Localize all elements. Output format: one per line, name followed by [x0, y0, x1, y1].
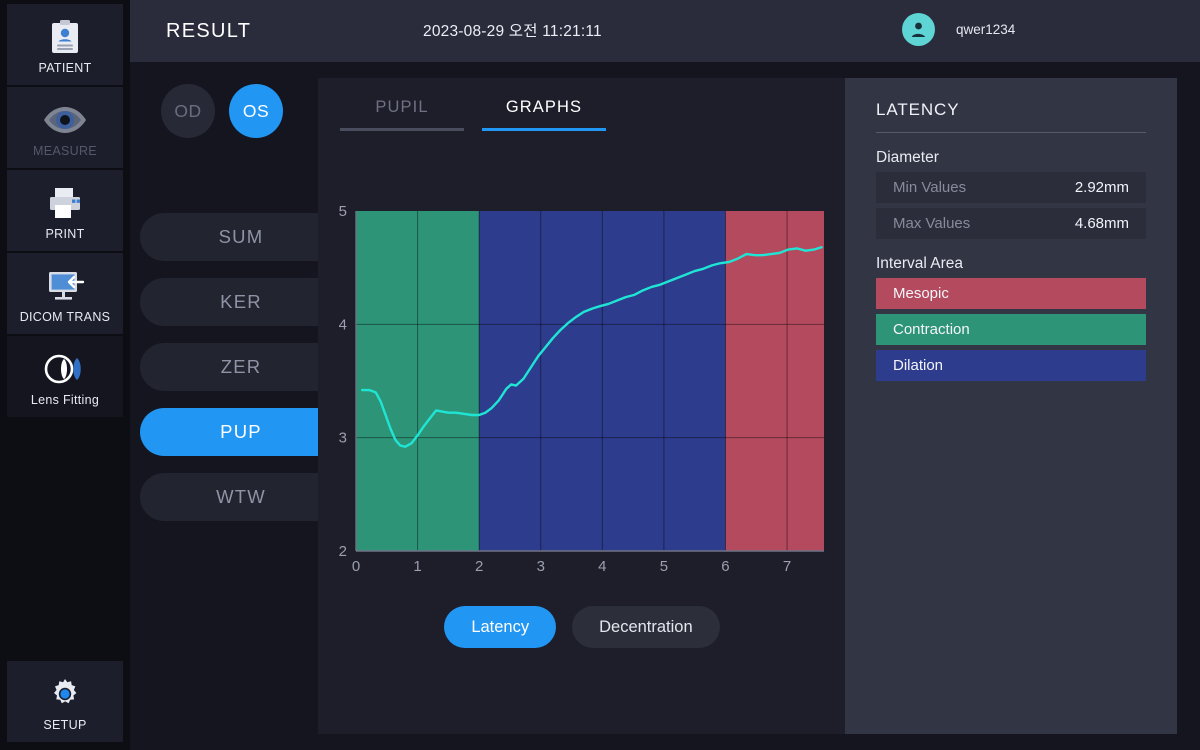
sidebar-item-setup[interactable]: SETUP	[7, 661, 123, 742]
gear-icon	[47, 672, 83, 716]
svg-text:7: 7	[783, 558, 791, 575]
eye-button-os[interactable]: OS	[229, 84, 283, 138]
graph-panel: PUPIL GRAPHS 2 3 4 5 0 1 2 3 4 5 6 7 Latency Decent…	[318, 78, 846, 734]
row-value: 4.68mm	[1074, 215, 1129, 232]
svg-text:4: 4	[339, 316, 347, 333]
latency-info-panel: LATENCY Diameter Min Values 2.92mm Max V…	[845, 78, 1177, 734]
username-label: qwer1234	[956, 22, 1016, 37]
mode-button-ker[interactable]: KER	[140, 278, 342, 326]
sidebar-item-print[interactable]: PRINT	[7, 170, 123, 251]
patient-card-icon	[50, 15, 80, 59]
sidebar-item-label: DICOM TRANS	[19, 309, 111, 324]
tab-label: GRAPHS	[505, 98, 583, 116]
eye-selector: OD OS	[161, 84, 283, 138]
info-divider	[876, 132, 1146, 133]
user-avatar-icon	[902, 13, 935, 46]
legend-label: Dilation	[893, 357, 944, 374]
sidebar-item-dicom-trans[interactable]: DICOM TRANS	[7, 253, 123, 334]
sidebar-item-label: MEASURE	[33, 143, 97, 158]
header-datetime: 2023-08-29 오전 11:21:11	[423, 23, 602, 40]
svg-text:2: 2	[475, 558, 483, 575]
latency-chart-svg: 2 3 4 5 0 1 2 3 4 5 6 7	[339, 205, 824, 575]
monitor-import-icon	[45, 264, 85, 308]
sidebar-item-label: PRINT	[45, 226, 85, 241]
mode-button-sum[interactable]: SUM	[140, 213, 342, 261]
tab-underline	[340, 128, 464, 131]
svg-text:3: 3	[339, 430, 347, 447]
diameter-label: Diameter	[876, 149, 939, 166]
tab-label: PUPIL	[375, 98, 429, 116]
rail-spacer	[7, 419, 123, 661]
sidebar-item-lens-fitting[interactable]: Lens Fitting	[7, 336, 123, 417]
tab-underline	[482, 128, 606, 131]
svg-text:3: 3	[537, 558, 545, 575]
svg-text:0: 0	[352, 558, 360, 575]
legend-label: Mesopic	[893, 285, 949, 302]
left-nav-rail: PATIENT MEASURE PRINT DICOM TRANS Lens F…	[0, 0, 130, 750]
main-area: RESULT 2023-08-29 오전 11:21:11 qwer1234 O…	[130, 0, 1200, 750]
min-values-row: Min Values 2.92mm	[876, 172, 1146, 203]
page-title: RESULT	[166, 19, 252, 42]
sidebar-item-label: Lens Fitting	[30, 392, 100, 407]
sidebar-item-label: PATIENT	[38, 60, 92, 75]
latency-chart: 2 3 4 5 0 1 2 3 4 5 6 7	[328, 205, 836, 585]
row-value: 2.92mm	[1074, 179, 1129, 196]
sidebar-item-patient[interactable]: PATIENT	[7, 4, 123, 85]
chart-band-mesopic	[725, 211, 824, 551]
svg-text:1: 1	[413, 558, 421, 575]
svg-text:5: 5	[339, 205, 347, 220]
content-area: OD OS SUM KER ZER PUP WTW PUPIL GRAPHS 2…	[130, 62, 1200, 750]
sidebar-item-measure[interactable]: MEASURE	[7, 87, 123, 168]
max-values-row: Max Values 4.68mm	[876, 208, 1146, 239]
svg-text:2: 2	[339, 543, 347, 560]
interval-area-label: Interval Area	[876, 255, 964, 272]
mode-button-pup[interactable]: PUP	[140, 408, 342, 456]
svg-text:4: 4	[598, 558, 606, 575]
svg-text:5: 5	[660, 558, 668, 575]
mode-button-zer[interactable]: ZER	[140, 343, 342, 391]
info-panel-title: LATENCY	[876, 100, 960, 119]
legend-label: Contraction	[893, 321, 970, 338]
row-key: Min Values	[893, 179, 967, 196]
tab-pupil[interactable]: PUPIL	[340, 98, 464, 131]
legend-row-mesopic[interactable]: Mesopic	[876, 278, 1146, 309]
decentration-button[interactable]: Decentration	[572, 606, 720, 648]
legend-row-dilation[interactable]: Dilation	[876, 350, 1146, 381]
user-info[interactable]: qwer1234	[902, 13, 1015, 46]
printer-icon	[47, 181, 83, 225]
tab-graphs[interactable]: GRAPHS	[482, 98, 606, 131]
latency-button[interactable]: Latency	[444, 606, 557, 648]
sidebar-item-label: SETUP	[43, 717, 87, 732]
graph-mode-buttons: Latency Decentration	[318, 606, 846, 648]
mode-button-group: SUM KER ZER PUP WTW	[140, 213, 342, 538]
eye-button-od[interactable]: OD	[161, 84, 215, 138]
row-key: Max Values	[893, 215, 971, 232]
result-screen: PATIENT MEASURE PRINT DICOM TRANS Lens F…	[0, 0, 1200, 750]
legend-row-contraction[interactable]: Contraction	[876, 314, 1146, 345]
lens-fitting-icon	[42, 347, 88, 391]
top-header: RESULT 2023-08-29 오전 11:21:11 qwer1234	[130, 0, 1200, 62]
mode-button-wtw[interactable]: WTW	[140, 473, 342, 521]
svg-text:6: 6	[721, 558, 729, 575]
eye-icon	[42, 98, 88, 142]
tab-bar: PUPIL GRAPHS	[340, 98, 846, 131]
